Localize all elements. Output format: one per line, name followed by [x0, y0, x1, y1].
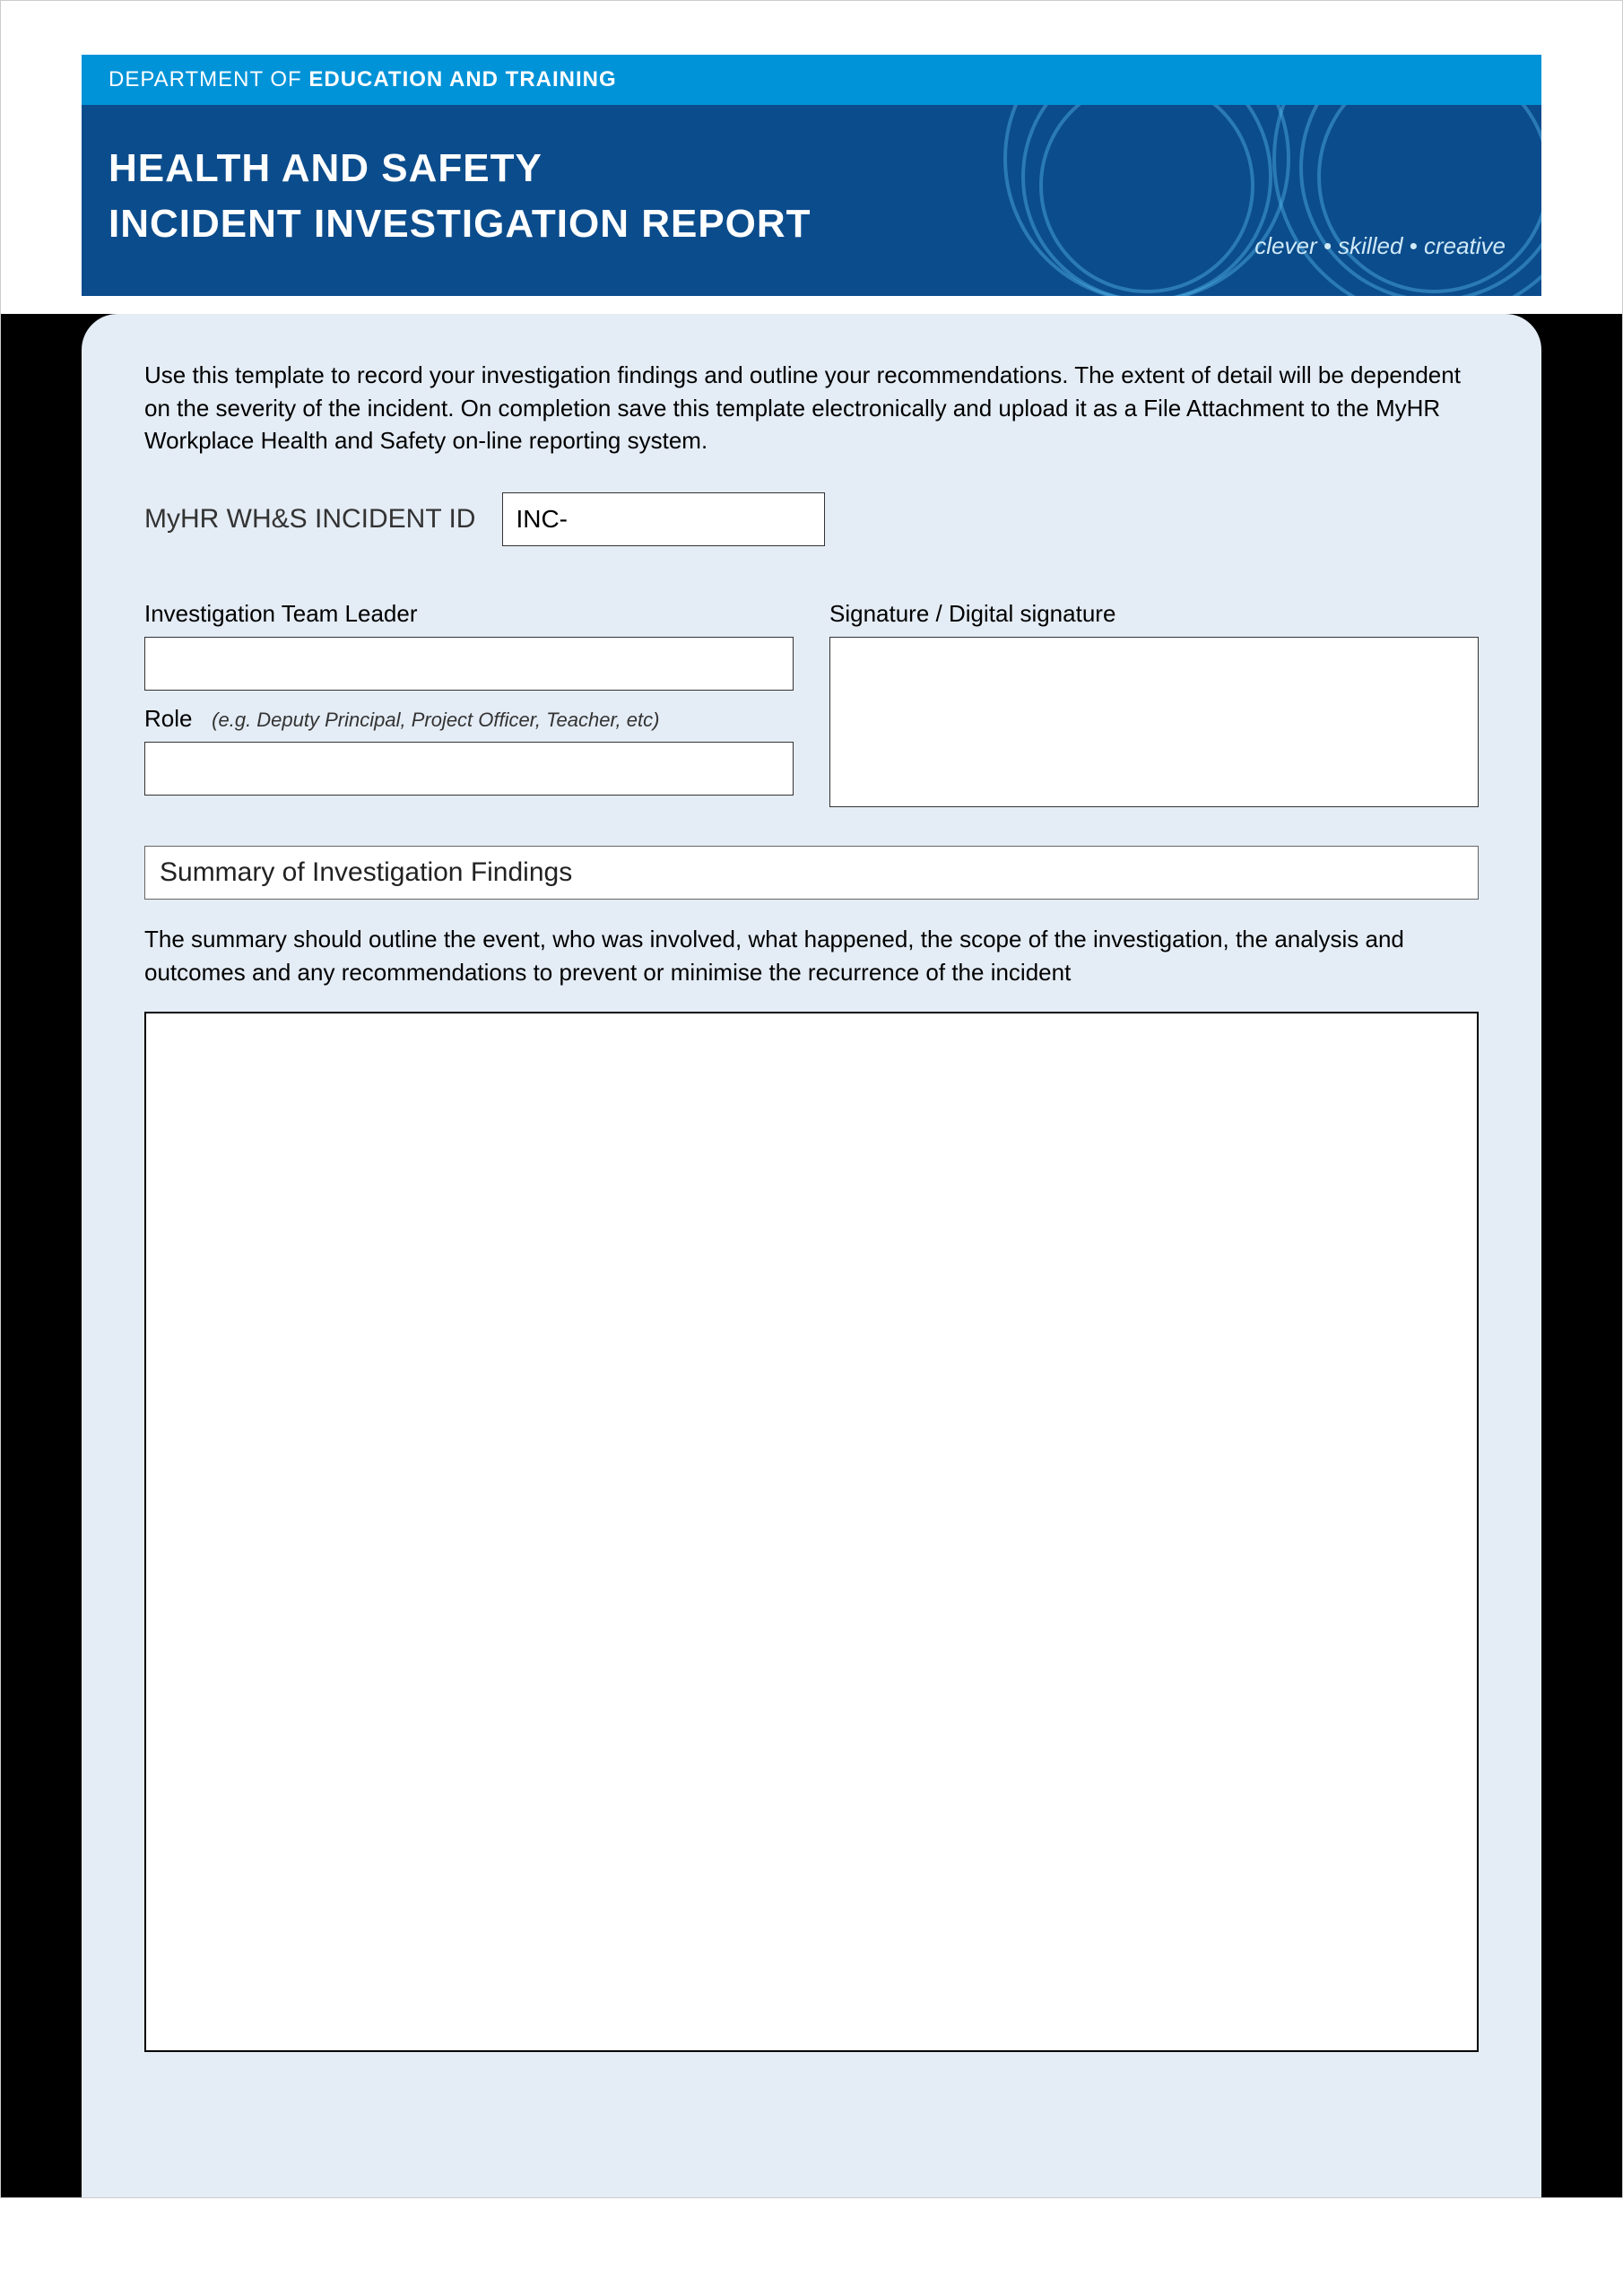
signature-column: Signature / Digital signature: [829, 600, 1479, 810]
team-leader-input[interactable]: [144, 637, 794, 691]
signature-box[interactable]: [829, 637, 1479, 807]
summary-heading: Summary of Investigation Findings: [144, 846, 1479, 900]
department-bar: DEPARTMENT OF EDUCATION AND TRAINING: [82, 55, 1541, 105]
title-line-2: INCIDENT INVESTIGATION REPORT: [108, 202, 812, 246]
title-line-1: HEALTH AND SAFETY: [108, 146, 542, 190]
form-panel: Use this template to record your investi…: [82, 314, 1541, 2197]
incident-id-input[interactable]: [502, 492, 825, 546]
role-hint: (e.g. Deputy Principal, Project Officer,…: [212, 709, 659, 731]
leader-column: Investigation Team Leader Role (e.g. Dep…: [144, 600, 794, 810]
role-label-text: Role: [144, 705, 192, 732]
title-bar: HEALTH AND SAFETY INCIDENT INVESTIGATION…: [82, 105, 1541, 296]
signature-label: Signature / Digital signature: [829, 600, 1479, 628]
team-leader-label: Investigation Team Leader: [144, 600, 794, 628]
header-area: DEPARTMENT OF EDUCATION AND TRAINING HEA…: [1, 1, 1622, 314]
intro-text: Use this template to record your investi…: [144, 359, 1479, 457]
role-input[interactable]: [144, 742, 794, 796]
page: DEPARTMENT OF EDUCATION AND TRAINING HEA…: [0, 0, 1623, 2198]
content-backdrop: Use this template to record your investi…: [1, 314, 1622, 2197]
department-name: EDUCATION AND TRAINING: [308, 67, 616, 91]
summary-description: The summary should outline the event, wh…: [144, 923, 1479, 988]
leader-signature-row: Investigation Team Leader Role (e.g. Dep…: [144, 600, 1479, 810]
incident-id-label: MyHR WH&S INCIDENT ID: [144, 504, 475, 535]
role-label: Role (e.g. Deputy Principal, Project Off…: [144, 705, 794, 733]
summary-textarea[interactable]: [144, 1012, 1479, 2052]
department-prefix: DEPARTMENT OF: [108, 67, 308, 91]
incident-id-row: MyHR WH&S INCIDENT ID: [144, 492, 1479, 546]
tagline: clever • skilled • creative: [1254, 232, 1506, 260]
